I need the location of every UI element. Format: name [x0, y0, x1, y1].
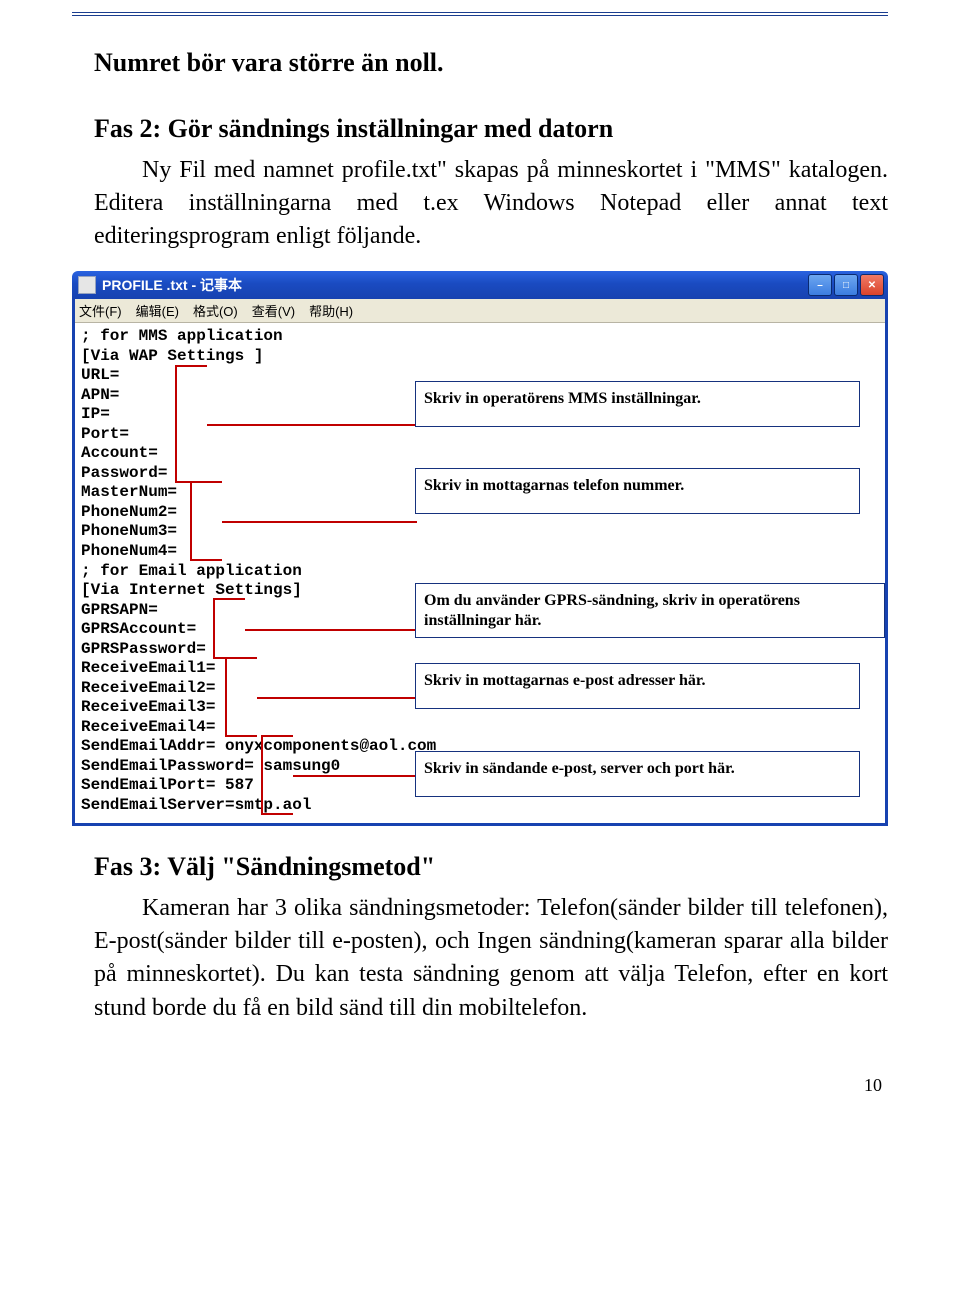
heading-3: Fas 3: Välj "Sändningsmetod"	[94, 852, 888, 882]
menu-view[interactable]: 查看(V)	[252, 301, 295, 320]
window-title: PROFILE .txt - 记事本	[102, 275, 242, 295]
paragraph-2: Kameran har 3 olika sändningsmetoder: Te…	[94, 892, 888, 1024]
heading-1: Numret bör vara större än noll.	[94, 48, 888, 78]
notepad-client-area: ; for MMS application [Via WAP Settings …	[75, 323, 885, 823]
bracket-3	[213, 598, 245, 659]
code-line: SendEmailServer=smtp.aol	[81, 796, 879, 816]
menu-format[interactable]: 格式(O)	[193, 301, 238, 320]
annotation-2: Skriv in mottagarnas telefon nummer.	[415, 468, 860, 514]
annotation-1: Skriv in operatörens MMS inställningar.	[415, 381, 860, 427]
minimize-button[interactable]: –	[808, 274, 832, 296]
menu-help[interactable]: 帮助(H)	[309, 301, 353, 320]
code-line: ; for Email application	[81, 562, 879, 582]
titlebar: PROFILE .txt - 记事本 – □ ✕	[72, 271, 888, 299]
bracket-5	[261, 735, 293, 815]
top-divider	[72, 12, 888, 16]
bracket-4	[225, 657, 257, 737]
annotation-4: Skriv in mottagarnas e-post adresser här…	[415, 663, 860, 709]
notepad-icon	[78, 276, 96, 294]
maximize-button[interactable]: □	[834, 274, 858, 296]
close-button[interactable]: ✕	[860, 274, 884, 296]
notepad-screenshot: PROFILE .txt - 记事本 – □ ✕ 文件(F) 编辑(E) 格式(…	[72, 271, 888, 826]
menu-file[interactable]: 文件(F)	[79, 301, 122, 320]
heading-2: Fas 2: Gör sändnings inställningar med d…	[94, 114, 888, 144]
code-line: ReceiveEmail4=	[81, 718, 879, 738]
bracket-1	[175, 365, 207, 483]
page-number: 10	[72, 1075, 888, 1096]
code-line: ; for MMS application	[81, 327, 879, 347]
annotation-5: Skriv in sändande e-post, server och por…	[415, 751, 860, 797]
menubar: 文件(F) 编辑(E) 格式(O) 查看(V) 帮助(H)	[75, 299, 885, 323]
annotation-3: Om du använder GPRS-sändning, skriv in o…	[415, 583, 885, 638]
paragraph-1: Ny Fil med namnet profile.txt" skapas på…	[94, 154, 888, 253]
menu-edit[interactable]: 编辑(E)	[136, 301, 179, 320]
code-line: GPRSPassword=	[81, 640, 879, 660]
code-line: [Via WAP Settings ]	[81, 347, 879, 367]
bracket-2	[190, 481, 222, 561]
